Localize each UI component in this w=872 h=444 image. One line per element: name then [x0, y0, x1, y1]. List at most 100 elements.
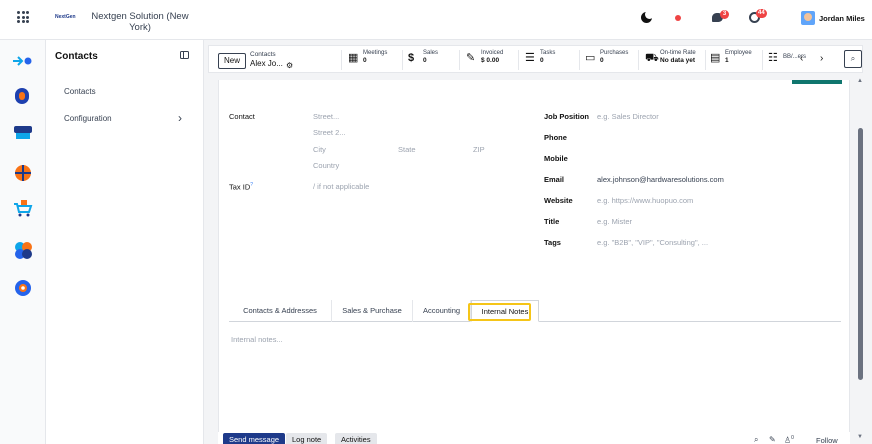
scroll-up-arrow-icon[interactable]: ▲	[857, 78, 863, 84]
smart-button-value: 0	[600, 57, 604, 64]
job-position-label: Job Position	[544, 112, 589, 121]
employee-smart-button[interactable]: ▤ Employee 1	[710, 49, 762, 69]
email-input[interactable]: alex.johnson@hardwaresolutions.com	[597, 175, 724, 184]
paperclip-icon[interactable]: ✎	[769, 435, 776, 444]
smart-button-label: On-time Rate	[660, 50, 696, 56]
smart-button-value: 1	[725, 57, 729, 64]
smart-button-label: Tasks	[540, 50, 556, 56]
breadcrumb-contacts[interactable]: Contacts	[250, 51, 276, 58]
smart-button-label: Employee	[725, 50, 752, 56]
company-switcher[interactable]: Nextgen Solution (New York)	[84, 11, 196, 33]
messages-badge: 3	[720, 10, 729, 19]
street2-input[interactable]: Street 2...	[313, 128, 346, 137]
tax-id-label: Tax ID?	[229, 182, 253, 192]
more-smart-button[interactable]: ☷ BB/...ers	[768, 49, 812, 69]
tax-id-input[interactable]: / if not applicable	[313, 182, 369, 191]
card-icon: ▭	[585, 52, 596, 64]
country-select[interactable]: Country	[313, 161, 339, 170]
tab-contacts-addresses[interactable]: Contacts & Addresses	[229, 300, 332, 322]
puzzle-icon[interactable]	[15, 242, 32, 259]
send-message-button[interactable]: Send message	[223, 433, 286, 444]
pager-previous-button[interactable]: ‹	[800, 53, 803, 64]
dark-mode-icon[interactable]	[641, 10, 654, 23]
tab-sales-purchase[interactable]: Sales & Purchase	[332, 300, 413, 322]
help-tooltip-icon[interactable]: ?	[250, 182, 253, 188]
transfer-icon[interactable]	[13, 56, 32, 66]
divider	[579, 50, 580, 70]
app-rail-icons	[13, 56, 33, 296]
divider	[402, 50, 403, 70]
internal-notes-editor[interactable]: Internal notes...	[231, 335, 283, 344]
activities-button[interactable]: Activities	[335, 433, 377, 444]
scroll-thumb[interactable]	[858, 128, 863, 380]
website-label: Website	[544, 196, 573, 205]
website-input[interactable]: e.g. https://www.huopuo.com	[597, 196, 693, 205]
apps-menu-icon[interactable]	[17, 11, 29, 23]
activities-badge: 44	[756, 9, 767, 18]
contacts-app-icon[interactable]	[15, 88, 29, 104]
control-panel: New Contacts Alex Jo... ⚙ ▦ Meetings 0 $…	[208, 45, 863, 73]
user-menu[interactable]: Jordan Miles	[819, 14, 865, 23]
scroll-down-arrow-icon[interactable]: ▼	[857, 434, 863, 440]
divider	[638, 50, 639, 70]
divider	[518, 50, 519, 70]
street-input[interactable]: Street...	[313, 112, 339, 121]
state-select[interactable]: State	[398, 145, 416, 154]
company-logo: NextGen	[55, 14, 76, 20]
tab-accounting[interactable]: Accounting	[413, 300, 471, 322]
user-avatar[interactable]	[801, 11, 815, 25]
tasks-smart-button[interactable]: ☰ Tasks 0	[525, 49, 580, 69]
notebook-tabs: Contacts & Addresses Sales & Purchase Ac…	[229, 300, 841, 322]
sidebar-item-configuration[interactable]: Configuration	[64, 114, 112, 123]
city-input[interactable]: City	[313, 145, 326, 154]
chevron-right-icon[interactable]: ›	[178, 111, 182, 125]
truck-icon: ⛟	[645, 52, 659, 64]
status-dot-icon[interactable]	[675, 15, 681, 21]
settings-app-icon[interactable]	[15, 280, 31, 296]
chatter-toolbar: Send message Log note Activities ⌕ ✎ ♙0 …	[218, 432, 850, 444]
smart-button-label: Purchases	[600, 50, 629, 56]
cart-icon[interactable]	[14, 200, 33, 217]
smart-button-value: 0	[423, 57, 427, 64]
phone-label: Phone	[544, 133, 567, 142]
new-button[interactable]: New	[218, 53, 247, 69]
on-time-rate-smart-button[interactable]: ⛟ On-time Rate No data yet	[645, 49, 705, 69]
search-messages-icon[interactable]: ⌕	[754, 435, 758, 444]
smart-button-value: 0	[363, 57, 367, 64]
divider	[459, 50, 460, 70]
sidebar-title: Contacts	[55, 51, 98, 62]
gear-icon[interactable]: ⚙	[286, 61, 293, 70]
invoiced-smart-button[interactable]: ✎ Invoiced $ 0.00	[466, 49, 523, 69]
log-note-button[interactable]: Log note	[286, 433, 328, 444]
toggle-sidebar-icon[interactable]	[180, 51, 189, 59]
pager-next-button[interactable]: ›	[820, 53, 823, 64]
title-select[interactable]: e.g. Mister	[597, 217, 632, 226]
sidebar-item-contacts[interactable]: Contacts	[64, 87, 96, 96]
purchases-smart-button[interactable]: ▭ Purchases 0	[585, 49, 639, 69]
email-label: Email	[544, 175, 565, 184]
vertical-scrollbar[interactable]: ▲ ▼	[857, 78, 864, 444]
zip-input[interactable]: ZIP	[473, 145, 485, 154]
sales-smart-button[interactable]: $ Sales 0	[408, 49, 458, 69]
search-icon[interactable]: ⌕	[844, 50, 862, 68]
smart-button-label: Meetings	[363, 50, 388, 56]
top-navbar: NextGen Nextgen Solution (New York) 3 44…	[0, 0, 872, 40]
smart-button-label: Sales	[423, 50, 439, 56]
id-card-icon: ▤	[710, 52, 721, 64]
followers-icon[interactable]: ♙0	[784, 435, 794, 444]
form-sheet: Contact Street... Street 2... City State…	[218, 80, 850, 444]
divider	[341, 50, 342, 70]
divider	[705, 50, 706, 70]
follow-button[interactable]: Follow	[816, 436, 838, 444]
shop-icon[interactable]	[14, 126, 32, 139]
breadcrumb-record: Alex Jo...	[250, 59, 283, 68]
smart-button-value: $ 0.00	[481, 57, 500, 64]
job-position-input[interactable]: e.g. Sales Director	[597, 112, 659, 121]
meetings-smart-button[interactable]: ▦ Meetings 0	[348, 49, 400, 69]
tasks-icon: ☰	[525, 52, 535, 64]
pencil-icon: ✎	[466, 52, 476, 64]
tags-input[interactable]: e.g. "B2B", "VIP", "Consulting", ...	[597, 238, 708, 247]
tab-highlight-box	[468, 303, 531, 321]
smart-button-value: 0	[540, 57, 544, 64]
globe-icon[interactable]	[15, 165, 31, 181]
